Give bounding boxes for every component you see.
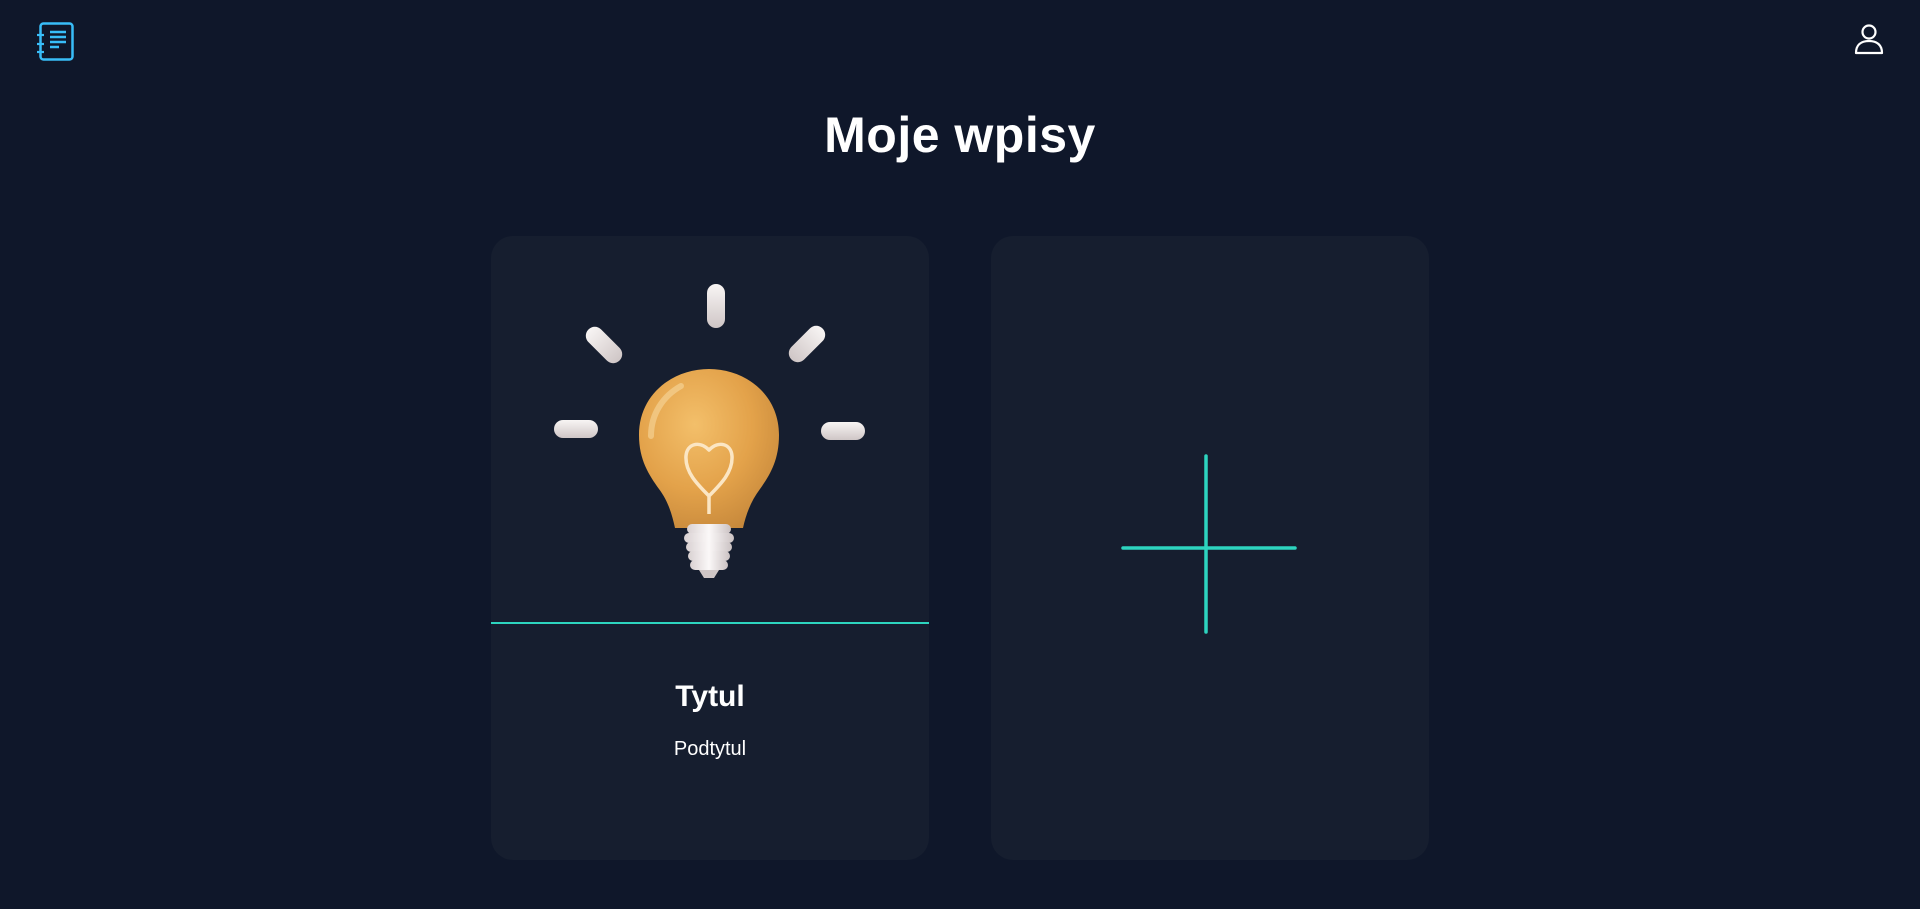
card-divider xyxy=(491,622,929,624)
entry-subtitle: Podtytul xyxy=(673,738,747,760)
plus-icon xyxy=(1121,454,1297,634)
page-title: Moje wpisy xyxy=(824,107,1096,163)
add-entry-card[interactable] xyxy=(991,236,1429,860)
user-profile-icon[interactable] xyxy=(1854,23,1884,55)
lightbulb-icon xyxy=(491,236,929,622)
top-bar xyxy=(0,0,1920,80)
entry-card[interactable]: Tytul Podtytul xyxy=(491,236,929,860)
entry-title: Tytul xyxy=(675,680,745,713)
notebook-list-icon[interactable] xyxy=(37,22,75,62)
